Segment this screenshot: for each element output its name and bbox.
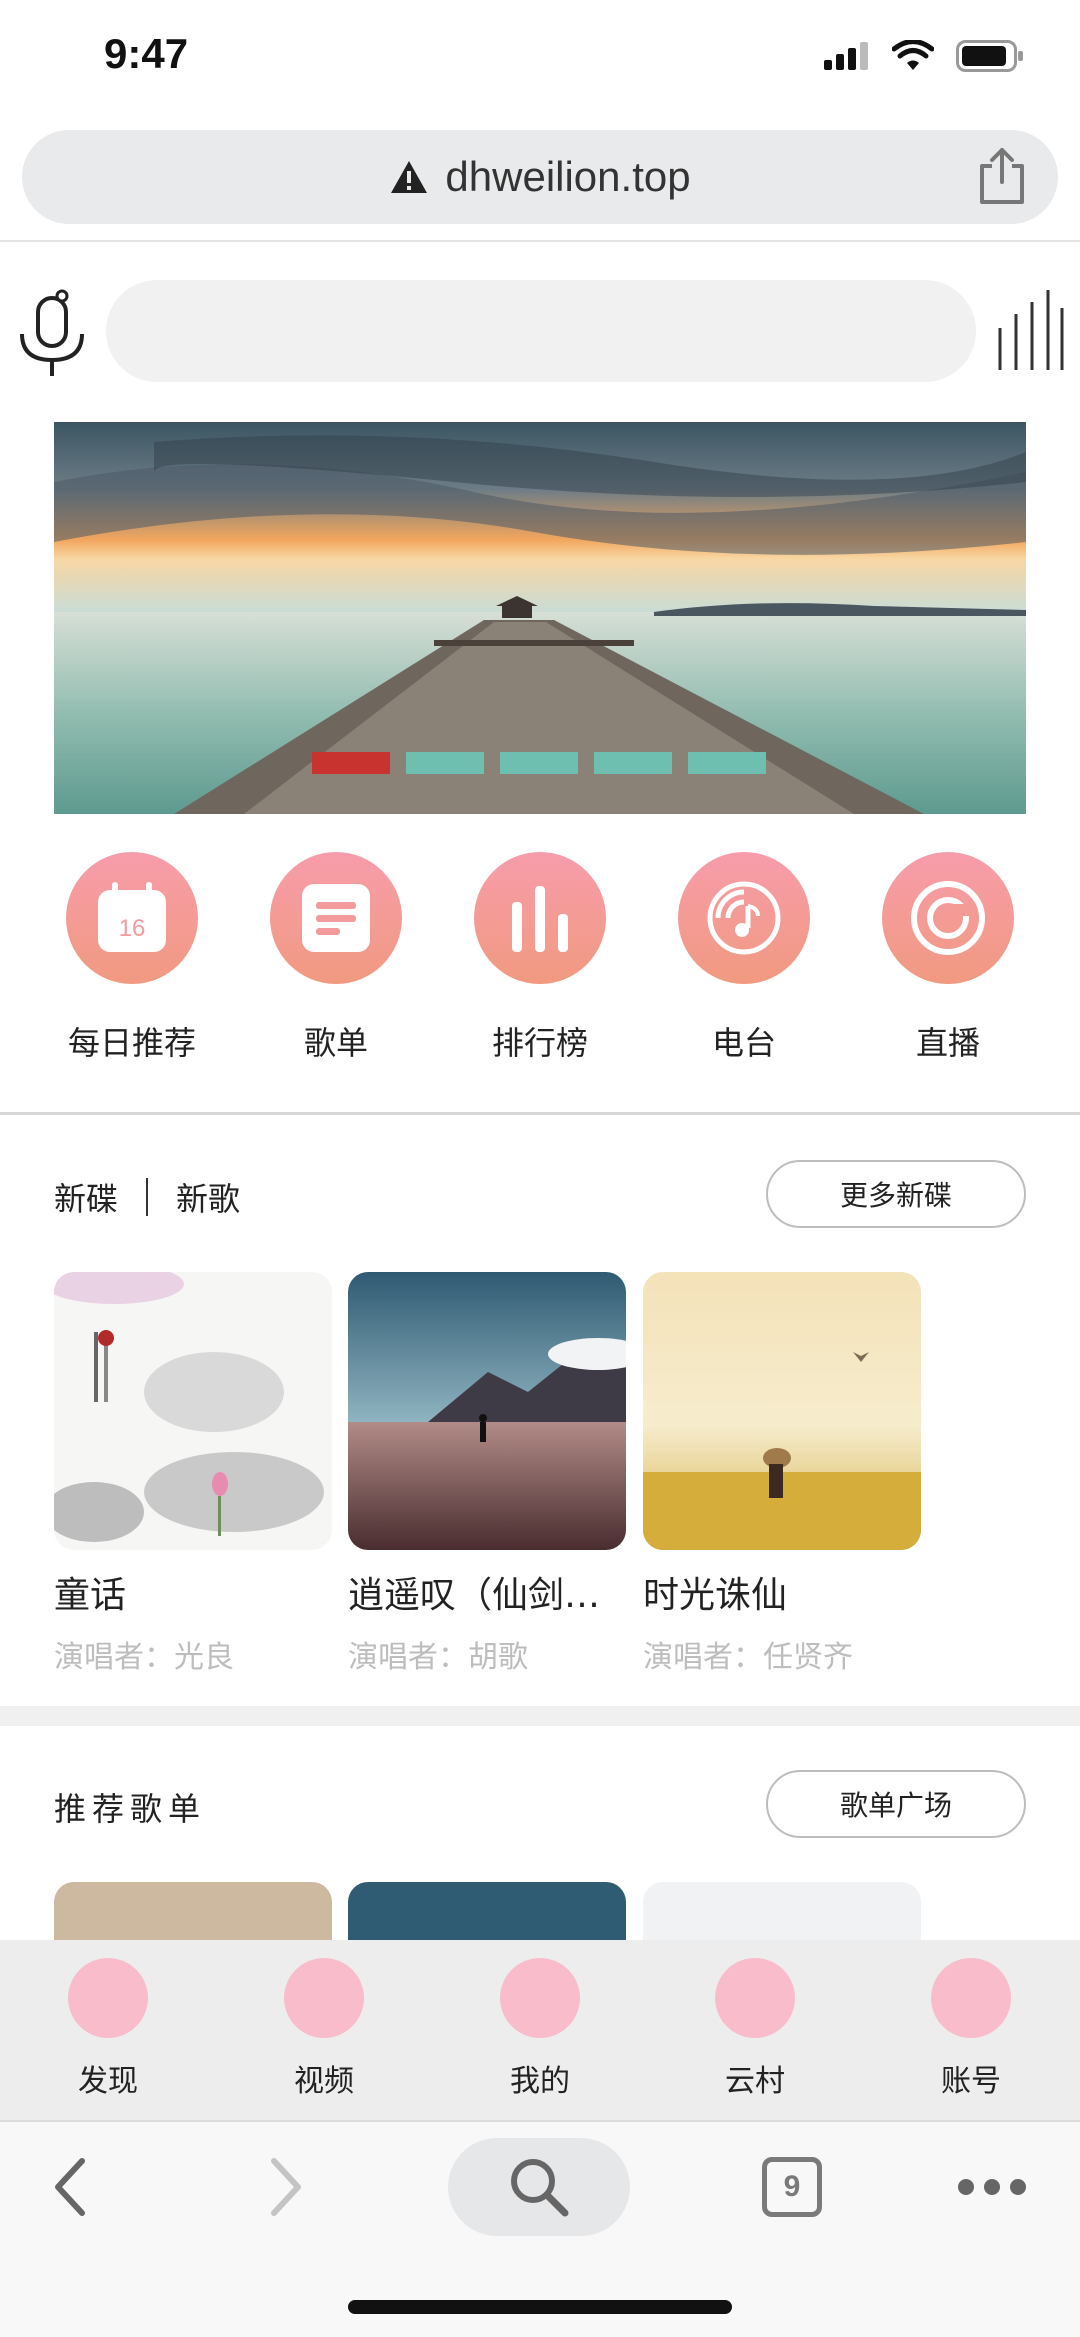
tab-label: 视频 [294,2064,354,2099]
back-button[interactable] [40,2122,100,2252]
battery-icon [956,40,1023,72]
tab-mine[interactable]: 我的 [470,1958,610,2100]
radio-icon [678,852,810,984]
cloud-village-icon [715,1958,795,2038]
quick-nav-label: 电台 [711,1024,776,1062]
browser-divider [0,240,1080,242]
equalizer-icon[interactable] [996,288,1066,372]
tabs-count: 9 [762,2157,822,2217]
search-icon [511,2159,569,2217]
tab-label: 账号 [941,2064,1001,2099]
tab-label: 云村 [725,2064,785,2099]
playlist-thumbnail[interactable] [643,1882,921,1942]
more-dots-icon [958,2179,1026,2195]
tab-new-songs[interactable]: 新歌 [176,1174,240,1220]
tab-cloud-village[interactable]: 云村 [685,1958,825,2100]
signal-icon [824,42,868,70]
quick-nav-playlist[interactable]: 歌单 [234,852,438,1064]
quick-nav-chart[interactable]: 排行榜 [438,852,642,1064]
banner-dot[interactable] [312,752,390,774]
tabs-button[interactable]: 9 [762,2122,822,2252]
tab-new-albums[interactable]: 新碟 [54,1174,118,1220]
wifi-icon [892,40,934,70]
album-card[interactable]: 逍遥叹（仙剑奇侠传） 演唱者：胡歌 [348,1272,626,1676]
quick-nav-label: 歌单 [303,1024,368,1062]
tab-account[interactable]: 账号 [901,1958,1041,2100]
status-bar: 9:47 [0,0,1080,118]
chart-bars-icon [474,852,606,984]
album-card[interactable]: 童话 演唱者：光良 [54,1272,332,1676]
live-icon [882,852,1014,984]
section-spacer [0,1706,1080,1726]
quick-nav-label: 每日推荐 [67,1024,196,1062]
account-icon [931,1958,1011,2038]
home-indicator [348,2300,732,2314]
app-tab-bar: 发现 视频 我的 云村 账号 [0,1940,1080,2120]
tab-video[interactable]: 视频 [254,1958,394,2100]
status-icons [824,40,1024,72]
quick-nav-label: 排行榜 [491,1024,588,1062]
playlist-section-title: 推荐歌单 [54,1790,207,1828]
browser-search-button[interactable] [448,2138,630,2236]
warning-icon [391,161,428,193]
new-section-header: 新碟 新歌 [54,1174,240,1220]
album-artist: 演唱者：任贤齐 [643,1640,853,1675]
chevron-left-icon [55,2158,85,2216]
album-cover [348,1272,626,1550]
album-artist: 演唱者：光良 [54,1640,234,1675]
mine-icon [500,1958,580,2038]
calendar-day-text: 16 [119,915,146,942]
discover-icon [68,1958,148,2038]
playlist-thumbnail[interactable] [54,1882,332,1942]
album-artist: 演唱者：胡歌 [348,1640,528,1675]
playlist-thumbnail[interactable] [348,1882,626,1942]
url-text: dhweilion.top [445,153,691,200]
banner-dot[interactable] [406,752,484,774]
forward-button[interactable] [256,2122,316,2252]
banner-carousel[interactable] [54,422,1026,814]
tab-discover[interactable]: 发现 [38,1958,178,2100]
album-title: 时光诛仙 [643,1575,788,1616]
banner-dot[interactable] [500,752,578,774]
tab-label: 发现 [78,2064,138,2099]
banner-indicators [312,752,766,774]
share-icon[interactable] [974,146,1030,206]
quick-nav-label: 直播 [915,1024,980,1062]
search-input[interactable] [106,280,976,382]
album-title: 童话 [54,1575,127,1616]
banner-dot[interactable] [594,752,672,774]
more-albums-button[interactable]: 更多新碟 [766,1160,1026,1228]
album-cover [643,1272,921,1550]
microphone-icon[interactable] [18,288,88,378]
tab-separator [146,1178,149,1216]
quick-nav: 16 每日推荐 歌单 排行榜 电台 直播 [0,852,1080,1072]
album-title: 逍遥叹（仙剑奇侠传） [348,1575,626,1616]
album-cover [54,1272,332,1550]
quick-nav-radio[interactable]: 电台 [642,852,846,1064]
section-divider [0,1112,1080,1115]
chevron-right-icon [271,2158,301,2216]
more-button[interactable] [956,2122,1028,2252]
album-card[interactable]: 时光诛仙 演唱者：任贤齐 [643,1272,921,1676]
playlist-icon [270,852,402,984]
quick-nav-live[interactable]: 直播 [846,852,1050,1064]
playlist-square-button[interactable]: 歌单广场 [766,1770,1026,1838]
quick-nav-daily[interactable]: 16 每日推荐 [30,852,234,1064]
tab-label: 我的 [510,2064,570,2099]
address-bar[interactable]: dhweilion.top [22,130,1058,224]
calendar-icon: 16 [66,852,198,984]
status-time: 9:47 [104,30,189,77]
playlist-section-header: 推荐歌单 [54,1784,206,1830]
banner-dot[interactable] [688,752,766,774]
video-icon [284,1958,364,2038]
